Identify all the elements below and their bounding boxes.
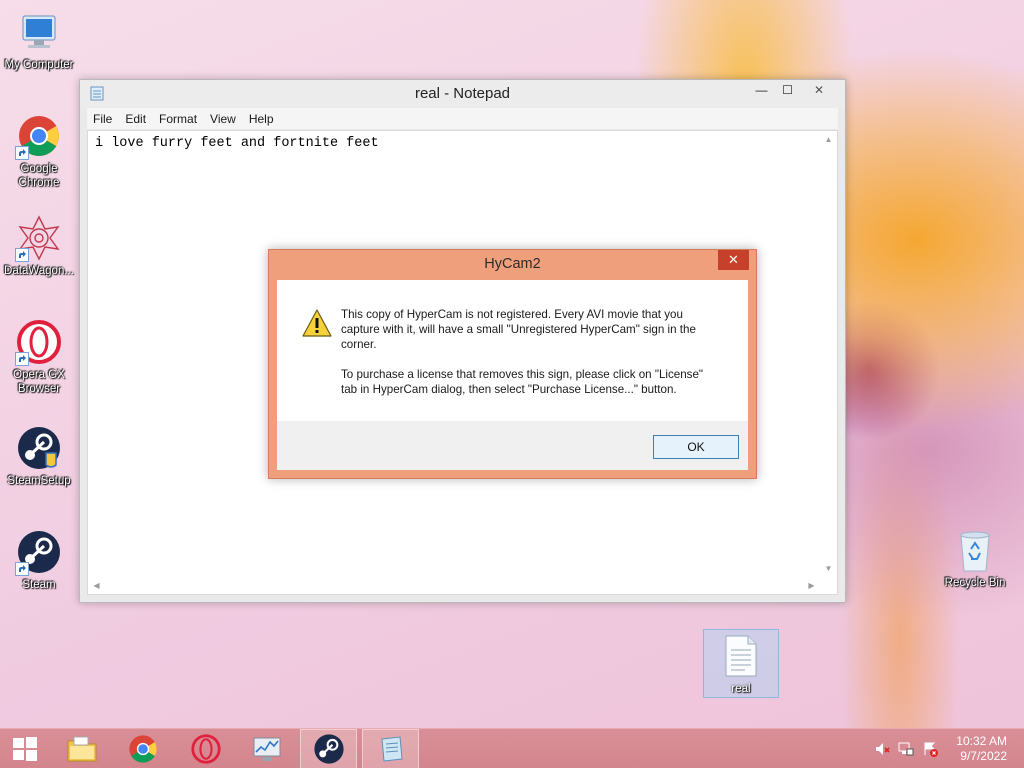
maximize-button[interactable]: ☐	[775, 80, 800, 100]
menu-help[interactable]: Help	[249, 112, 274, 126]
notepad-icon	[380, 736, 403, 762]
steam-setup-icon	[15, 424, 63, 472]
desktop-icon-my-computer[interactable]: My Computer	[0, 8, 78, 72]
shortcut-arrow-icon	[15, 146, 29, 160]
scroll-up-icon[interactable]: ▲	[820, 131, 837, 148]
menu-file[interactable]: File	[93, 112, 112, 126]
desktop-icon-label: Google Chrome	[18, 163, 60, 189]
desktop-icon-steamsetup[interactable]: SteamSetup	[0, 424, 78, 488]
menu-format[interactable]: Format	[159, 112, 197, 126]
dialog-message: This copy of HyperCam is not registered.…	[341, 307, 721, 412]
clock-time: 10:32 AM	[956, 734, 1007, 748]
steam-icon	[15, 528, 63, 576]
menu-view[interactable]: View	[210, 112, 236, 126]
dialog-message-purchase: To purchase a license that removes this …	[341, 368, 704, 396]
dialog-footer: OK	[277, 421, 748, 470]
taskbar-steam[interactable]	[300, 729, 357, 768]
volume-muted-icon[interactable]	[874, 741, 890, 757]
taskbar-performance-monitor[interactable]	[238, 729, 295, 768]
taskbar-notepad[interactable]	[362, 729, 419, 768]
text-file-icon	[723, 634, 759, 683]
shortcut-arrow-icon	[15, 248, 29, 262]
close-button[interactable]: ✕	[800, 80, 838, 100]
warning-icon	[301, 308, 333, 338]
recycle-bin-icon	[951, 526, 999, 574]
desktop-icon-google-chrome[interactable]: Google Chrome	[0, 112, 78, 190]
scroll-right-icon[interactable]: ▶	[803, 577, 820, 594]
menu-edit[interactable]: Edit	[125, 112, 146, 126]
scroll-down-icon[interactable]: ▼	[820, 560, 837, 577]
desktop-icon-label: SteamSetup	[7, 475, 71, 487]
network-icon[interactable]	[898, 741, 914, 757]
shortcut-arrow-icon	[15, 352, 29, 366]
desktop-icon-label: My Computer	[4, 59, 74, 71]
minimize-button[interactable]: —	[748, 80, 775, 100]
hycam-dialog[interactable]: HyCam2 ✕ This copy of HyperCam is not re…	[268, 249, 757, 479]
desktop-icon-label: Opera GX Browser	[13, 369, 65, 395]
dialog-body: This copy of HyperCam is not registered.…	[277, 280, 748, 421]
desktop-icon-label: real	[731, 683, 751, 695]
clock-date: 9/7/2022	[960, 749, 1007, 763]
chrome-icon	[128, 735, 157, 763]
taskbar-opera-gx[interactable]	[177, 729, 234, 768]
desktop-icon-label: DataWagon...	[4, 265, 74, 277]
desktop-icon-real-file[interactable]: real	[703, 629, 779, 698]
desktop-icon-opera-gx[interactable]: Opera GX Browser	[0, 318, 78, 396]
vertical-scrollbar[interactable]: ▲ ▼	[820, 131, 837, 577]
dialog-message-registration: This copy of HyperCam is not registered.…	[341, 308, 696, 351]
notepad-title-bar[interactable]: real - Notepad — ☐ ✕	[80, 80, 845, 108]
chrome-icon	[15, 112, 63, 160]
scroll-left-icon[interactable]: ◀	[88, 577, 105, 594]
notepad-title: real - Notepad	[414, 85, 511, 102]
start-button[interactable]	[0, 729, 50, 768]
desktop-icon-recycle-bin[interactable]: Recycle Bin	[936, 526, 1014, 590]
desktop-icon-label: Recycle Bin	[944, 577, 1006, 589]
desktop-icon-datawagon[interactable]: DataWagon...	[0, 214, 78, 278]
computer-icon	[15, 8, 63, 56]
dialog-close-button[interactable]: ✕	[718, 250, 749, 270]
taskbar: 10:32 AM 9/7/2022	[0, 728, 1024, 768]
dialog-title: HyCam2	[484, 256, 541, 272]
action-center-icon[interactable]	[922, 741, 938, 757]
system-clock[interactable]: 10:32 AM 9/7/2022	[956, 734, 1007, 764]
windows-logo-icon	[13, 737, 37, 761]
performance-monitor-icon	[253, 737, 280, 761]
horizontal-scrollbar[interactable]: ◀ ▶	[88, 577, 820, 594]
ok-button[interactable]: OK	[653, 435, 739, 459]
desktop-icon-steam[interactable]: Steam	[0, 528, 78, 592]
desktop-icon-label: Steam	[22, 579, 56, 591]
folder-icon	[67, 736, 96, 762]
notepad-menu-bar: File Edit Format View Help	[87, 108, 838, 129]
datawagon-icon	[15, 214, 63, 262]
taskbar-chrome[interactable]	[114, 729, 171, 768]
shortcut-arrow-icon	[15, 562, 29, 576]
opera-gx-icon	[15, 318, 63, 366]
opera-gx-icon	[190, 734, 221, 764]
notepad-content[interactable]: i love furry feet and fortnite feet	[95, 136, 379, 151]
taskbar-file-explorer[interactable]	[53, 729, 110, 768]
steam-icon	[313, 734, 344, 764]
